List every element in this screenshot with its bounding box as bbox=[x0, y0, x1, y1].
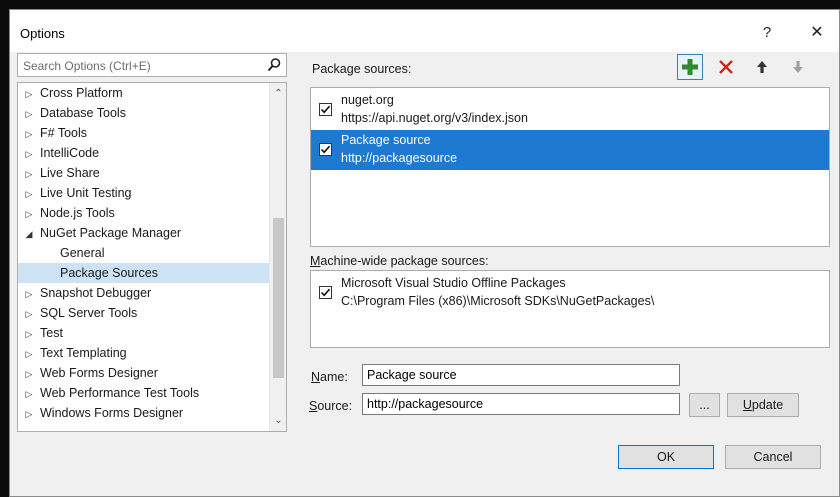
scroll-thumb[interactable] bbox=[273, 218, 284, 378]
machine-source-item[interactable]: Microsoft Visual Studio Offline Packages… bbox=[311, 273, 829, 313]
package-sources-label: Package sources: bbox=[312, 62, 412, 76]
scroll-up-icon[interactable]: ⌃ bbox=[270, 85, 286, 102]
tree-item[interactable]: ▷ Web Forms Designer bbox=[18, 363, 270, 383]
options-tree[interactable]: ▷ Cross Platform ▷ Database Tools ▷ F# Tools ▷… bbox=[17, 82, 287, 432]
tree-item[interactable]: ◢ NuGet Package Manager bbox=[18, 223, 270, 243]
collapsed-caret-icon[interactable]: ▷ bbox=[22, 164, 36, 184]
collapsed-caret-icon[interactable]: ▷ bbox=[22, 184, 36, 204]
collapsed-caret-icon[interactable]: ▷ bbox=[22, 324, 36, 344]
tree-item[interactable]: ▷ Node.js Tools bbox=[18, 203, 270, 223]
source-item-nuget[interactable]: nuget.org https://api.nuget.org/v3/index… bbox=[311, 90, 829, 130]
collapsed-caret-icon[interactable]: ▷ bbox=[22, 364, 36, 384]
tree-item-label: Windows Forms Designer bbox=[40, 406, 184, 420]
collapsed-caret-icon[interactable]: ▷ bbox=[22, 304, 36, 324]
source-name: Package source bbox=[341, 133, 431, 147]
tree-item-label: Database Tools bbox=[40, 106, 126, 120]
tree-item[interactable]: ▷ Test bbox=[18, 323, 270, 343]
tree-item[interactable]: ▷ Snapshot Debugger bbox=[18, 283, 270, 303]
tree-item-label: Package Sources bbox=[60, 266, 158, 280]
tree-item[interactable]: ▷ IntelliCode bbox=[18, 143, 270, 163]
search-icon bbox=[266, 57, 282, 73]
tree-item[interactable]: ▷ Cross Platform bbox=[18, 83, 270, 103]
update-button[interactable]: Update bbox=[727, 393, 799, 417]
cancel-button[interactable]: Cancel bbox=[725, 445, 821, 469]
plus-icon bbox=[682, 59, 698, 75]
remove-source-button[interactable] bbox=[713, 54, 739, 80]
arrow-up-icon bbox=[757, 61, 767, 73]
package-sources-list[interactable]: nuget.org https://api.nuget.org/v3/index… bbox=[310, 87, 830, 247]
machine-wide-label: Machine-wide package sources: bbox=[310, 254, 489, 268]
tree-item[interactable]: ▷ F# Tools bbox=[18, 123, 270, 143]
source-checkbox[interactable] bbox=[319, 103, 332, 116]
search-input[interactable]: Search Options (Ctrl+E) bbox=[17, 53, 287, 77]
source-item-package-source[interactable]: Package source http://packagesource bbox=[311, 130, 829, 170]
tree-item-label: Snapshot Debugger bbox=[40, 286, 152, 300]
move-up-button[interactable] bbox=[749, 54, 775, 80]
collapsed-caret-icon[interactable]: ▷ bbox=[22, 124, 36, 144]
source-checkbox[interactable] bbox=[319, 143, 332, 156]
move-down-button[interactable] bbox=[785, 54, 811, 80]
scroll-down-icon[interactable]: ⌄ bbox=[270, 412, 286, 429]
tree-item-label: SQL Server Tools bbox=[40, 306, 138, 320]
source-url: https://api.nuget.org/v3/index.json bbox=[341, 111, 528, 125]
tree-item-label: Text Templating bbox=[40, 346, 127, 360]
source-url: C:\Program Files (x86)\Microsoft SDKs\Nu… bbox=[341, 294, 655, 308]
collapsed-caret-icon[interactable]: ▷ bbox=[22, 344, 36, 364]
source-label: Source: bbox=[309, 399, 353, 413]
tree-item-label: Web Performance Test Tools bbox=[40, 386, 200, 400]
tree-item[interactable]: ▷ Web Performance Test Tools bbox=[18, 383, 270, 403]
tree-item[interactable]: General bbox=[18, 243, 270, 263]
tree-item[interactable]: ▷ Live Unit Testing bbox=[18, 183, 270, 203]
title-bar: Options ? ✕ bbox=[10, 10, 839, 52]
machine-wide-sources-list[interactable]: Microsoft Visual Studio Offline Packages… bbox=[310, 270, 830, 348]
source-url: http://packagesource bbox=[341, 151, 458, 165]
help-button[interactable]: ? bbox=[750, 18, 784, 46]
collapsed-caret-icon[interactable]: ▷ bbox=[22, 204, 36, 224]
browse-button[interactable]: ... bbox=[689, 393, 720, 417]
tree-scrollbar[interactable]: ⌃ ⌄ bbox=[269, 83, 286, 431]
search-placeholder: Search Options (Ctrl+E) bbox=[23, 59, 151, 73]
source-name: nuget.org bbox=[341, 93, 394, 107]
tree-item-label: Live Unit Testing bbox=[40, 186, 132, 200]
ok-button[interactable]: OK bbox=[618, 445, 714, 469]
window-title: Options bbox=[20, 26, 65, 41]
tree-item-label: Node.js Tools bbox=[40, 206, 115, 220]
tree-item[interactable]: ▷ Live Share bbox=[18, 163, 270, 183]
tree-item-label: Test bbox=[40, 326, 63, 340]
close-button[interactable]: ✕ bbox=[800, 18, 834, 46]
collapsed-caret-icon[interactable]: ▷ bbox=[22, 104, 36, 124]
tree-item-label: IntelliCode bbox=[40, 146, 100, 160]
tree-item[interactable]: ▷ Text Templating bbox=[18, 343, 270, 363]
tree-item-label: Web Forms Designer bbox=[40, 366, 158, 380]
collapsed-caret-icon[interactable]: ▷ bbox=[22, 144, 36, 164]
source-field[interactable]: http://packagesource bbox=[362, 393, 680, 415]
name-field[interactable]: Package source bbox=[362, 364, 680, 386]
tree-list: ▷ Cross Platform ▷ Database Tools ▷ F# Tools ▷… bbox=[18, 83, 270, 423]
tree-item-label: Cross Platform bbox=[40, 86, 123, 100]
tree-item[interactable]: ▷ Windows Forms Designer bbox=[18, 403, 270, 423]
collapsed-caret-icon[interactable]: ▷ bbox=[22, 404, 36, 424]
collapsed-caret-icon[interactable]: ▷ bbox=[22, 284, 36, 304]
collapsed-caret-icon[interactable]: ▷ bbox=[22, 84, 36, 104]
expanded-caret-icon[interactable]: ◢ bbox=[22, 224, 36, 244]
arrow-down-icon bbox=[793, 61, 803, 73]
tree-item-label: Live Share bbox=[40, 166, 100, 180]
tree-item[interactable]: ▷ Database Tools bbox=[18, 103, 270, 123]
remove-x-icon bbox=[719, 60, 733, 74]
collapsed-caret-icon[interactable]: ▷ bbox=[22, 384, 36, 404]
tree-item-label: General bbox=[60, 246, 105, 260]
tree-item-label: F# Tools bbox=[40, 126, 88, 140]
name-label: Name: bbox=[311, 370, 348, 384]
tree-item-label: NuGet Package Manager bbox=[40, 226, 182, 240]
machine-source-checkbox[interactable] bbox=[319, 286, 332, 299]
source-name: Microsoft Visual Studio Offline Packages bbox=[341, 276, 566, 290]
tree-item[interactable]: ▷ SQL Server Tools bbox=[18, 303, 270, 323]
tree-item[interactable]: Package Sources bbox=[18, 263, 270, 283]
add-source-button[interactable] bbox=[677, 54, 703, 80]
